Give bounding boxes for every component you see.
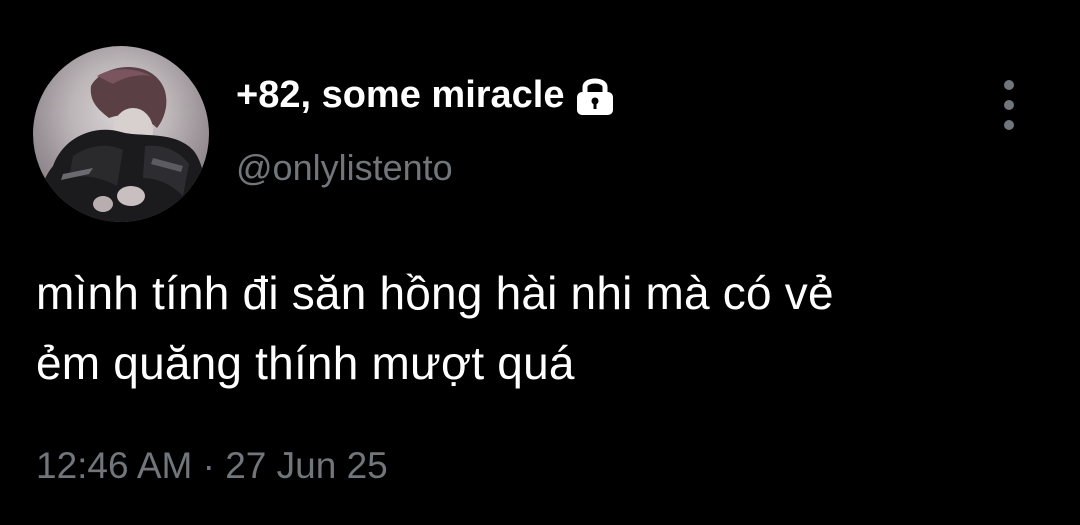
more-vertical-icon-dot-bottom (1004, 120, 1014, 130)
tweet-time[interactable]: 12:46 AM (36, 445, 192, 486)
avatar[interactable] (33, 46, 209, 222)
display-name[interactable]: +82, some miracle (236, 72, 619, 118)
tweet-card: +82, some miracle @onlylistento mình tín… (0, 0, 1080, 525)
user-handle[interactable]: @onlylistento (236, 146, 453, 190)
more-vertical-icon-dot-top (1004, 80, 1014, 90)
display-name-text[interactable]: +82, some miracle (236, 72, 565, 118)
tweet-timestamp[interactable]: 12:46 AM · 27 Jun 25 (36, 442, 388, 490)
more-vertical-icon-dot-middle (1004, 100, 1014, 110)
avatar-photo-icon (38, 67, 206, 222)
tweet-date[interactable]: 27 Jun 25 (225, 445, 388, 486)
tweet-text: mình tính đi săn hồng hài nhi mà có vẻ ẻ… (36, 267, 834, 389)
more-options-button[interactable] (992, 80, 1026, 130)
lock-icon (571, 73, 619, 117)
meta-separator: · (202, 445, 215, 486)
